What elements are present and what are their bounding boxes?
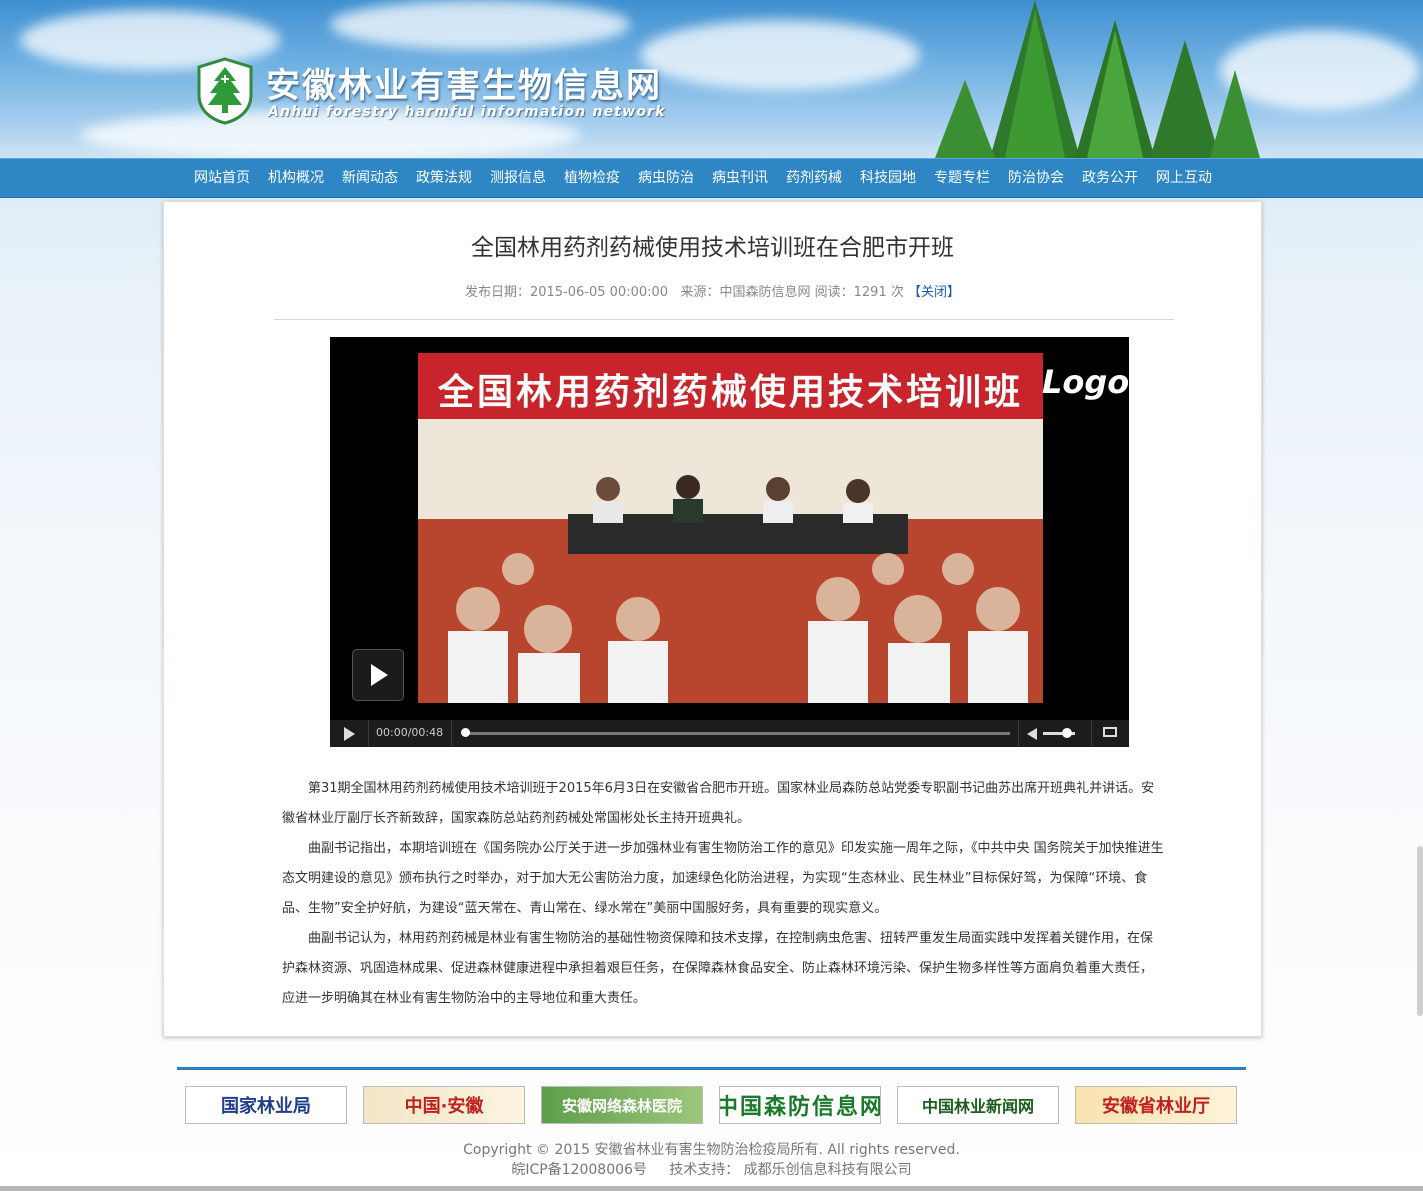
nav-item-science[interactable]: 科技园地 <box>851 159 925 197</box>
nav-item-pest-bulletin[interactable]: 病虫刊讯 <box>703 159 777 197</box>
shield-tree-logo-icon[interactable] <box>196 57 254 125</box>
support-company[interactable]: 成都乐创信息科技有限公司 <box>744 1162 912 1178</box>
scrollbar-thumb[interactable] <box>1417 846 1423 1016</box>
close-link[interactable]: 【关闭】 <box>908 285 960 300</box>
friend-links: 国家林业局 中国·安徽 安徽网络森林医院 中国森防信息网 中国林业新闻网 安徽省… <box>185 1086 1253 1124</box>
support-label: 技术支持： <box>669 1162 740 1178</box>
bottom-bar <box>0 1186 1423 1191</box>
nav-item-home[interactable]: 网站首页 <box>185 159 259 197</box>
site-title: 安徽林业有害生物信息网 <box>266 66 662 106</box>
trees-illustration <box>935 0 1260 158</box>
big-play-button[interactable] <box>352 649 404 701</box>
source-value: 中国森防信息网 <box>719 285 811 300</box>
link-label: 中国林业新闻网 <box>921 1097 1034 1116</box>
video-frame[interactable]: 全国林用药剂药械使用技术培训班 <box>418 353 1043 703</box>
article-paragraph: 第31期全国林用药剂药械使用技术培训班于2015年6月3日在安徽省合肥市开班。国… <box>282 781 1155 826</box>
nav-item-interaction[interactable]: 网上互动 <box>1147 159 1221 197</box>
nav-item-about[interactable]: 机构概况 <box>259 159 333 197</box>
nav-item-news[interactable]: 新闻动态 <box>333 159 407 197</box>
date-label: 发布日期： <box>464 285 530 300</box>
volume-icon[interactable] <box>1027 728 1037 740</box>
site-header: 安徽林业有害生物信息网 Anhui forestry harmful infor… <box>0 0 1423 158</box>
link-label: 国家林业局 <box>221 1096 311 1117</box>
nav-item-forecast[interactable]: 测报信息 <box>481 159 555 197</box>
control-separator <box>368 720 369 747</box>
video-banner: 全国林用药剂药械使用技术培训班 <box>418 353 1043 419</box>
icp-line: 皖ICP备12008006号 技术支持： 成都乐创信息科技有限公司 <box>0 1160 1423 1180</box>
nav-item-association[interactable]: 防治协会 <box>999 159 1073 197</box>
article-body: 第31期全国林用药剂药械使用技术培训班于2015年6月3日在安徽省合肥市开班。国… <box>282 774 1164 1014</box>
link-greentimes[interactable]: 中国林业新闻网 <box>897 1086 1059 1124</box>
nav-item-topics[interactable]: 专题专栏 <box>925 159 999 197</box>
meeting-scene <box>418 419 1043 703</box>
link-ah-gov[interactable]: 中国·安徽 <box>363 1086 525 1124</box>
publish-date: 2015-06-05 00:00:00 <box>529 285 669 300</box>
video-player[interactable]: 全国林用药剂药械使用技术培训班 Logo 00:00/00:48 <box>330 337 1129 747</box>
control-separator <box>1018 720 1019 747</box>
play-icon[interactable] <box>344 727 355 741</box>
nav-item-government[interactable]: 政务公开 <box>1073 159 1147 197</box>
link-label: 安徽省林业厅 <box>1102 1096 1210 1117</box>
link-forestry-gov[interactable]: 国家林业局 <box>185 1086 347 1124</box>
fullscreen-icon[interactable] <box>1103 727 1117 737</box>
copyright-text: Copyright © 2015 安徽省林业有害生物防治检疫局所有. All r… <box>463 1142 960 1158</box>
article-paragraph: 曲副书记指出，本期培训班在《国务院办公厅关于进一步加强林业有害生物防治工作的意见… <box>282 841 1164 916</box>
nav-item-pest-control[interactable]: 病虫防治 <box>629 159 703 197</box>
icp-number[interactable]: 皖ICP备12008006号 <box>511 1162 647 1178</box>
link-label: 中国森防信息网 <box>719 1095 881 1120</box>
main-nav: 网站首页 机构概况 新闻动态 政策法规 测报信息 植物检疫 病虫防治 病虫刊讯 … <box>0 158 1423 198</box>
control-separator <box>1091 720 1092 747</box>
video-watermark: Logo <box>1042 363 1130 401</box>
cloud-decoration <box>640 20 920 90</box>
nav-item-policy[interactable]: 政策法规 <box>407 159 481 197</box>
article-paragraph: 曲副书记认为，林用药剂药械是林业有害生物防治的基础性物资保障和技术支撑，在控制病… <box>282 931 1154 1006</box>
footer-divider <box>177 1067 1246 1070</box>
reads-label: 阅读： <box>814 285 854 300</box>
article-title: 全国林用药剂药械使用技术培训班在合肥市开班 <box>471 235 954 261</box>
link-ahly-gov[interactable]: 安徽省林业厅 <box>1075 1086 1237 1124</box>
control-separator <box>451 720 452 747</box>
video-time: 00:00/00:48 <box>376 726 444 739</box>
read-count: 1291 <box>853 285 887 300</box>
site-subtitle: Anhui forestry harmful information netwo… <box>268 104 666 120</box>
reads-unit: 次 <box>890 285 904 300</box>
source-label: 来源： <box>680 285 720 300</box>
link-label: 中国·安徽 <box>404 1096 484 1117</box>
cloud-decoration <box>330 0 630 50</box>
title-divider <box>274 319 1174 320</box>
article-meta: 发布日期：2015-06-05 00:00:00 来源：中国森防信息网 阅读：1… <box>164 281 1261 300</box>
nav-item-quarantine[interactable]: 植物检疫 <box>555 159 629 197</box>
nav-list: 网站首页 机构概况 新闻动态 政策法规 测报信息 植物检疫 病虫防治 病虫刊讯 … <box>185 159 1221 197</box>
copyright-block: Copyright © 2015 安徽省林业有害生物防治检疫局所有. All r… <box>0 1140 1423 1180</box>
progress-handle[interactable] <box>461 728 470 737</box>
volume-handle[interactable] <box>1062 728 1072 738</box>
link-forest-hospital[interactable]: 安徽网络森林医院 <box>541 1086 703 1124</box>
link-label: 安徽网络森林医院 <box>561 1096 682 1115</box>
progress-track[interactable] <box>462 732 1010 735</box>
video-banner-text: 全国林用药剂药械使用技术培训班 <box>437 372 1023 413</box>
nav-item-pesticides[interactable]: 药剂药械 <box>777 159 851 197</box>
link-forest-pest-info[interactable]: 中国森防信息网 <box>719 1086 881 1124</box>
video-controls: 00:00/00:48 <box>330 720 1129 747</box>
article-card: 全国林用药剂药械使用技术培训班在合肥市开班 发布日期：2015-06-05 00… <box>163 201 1262 1037</box>
